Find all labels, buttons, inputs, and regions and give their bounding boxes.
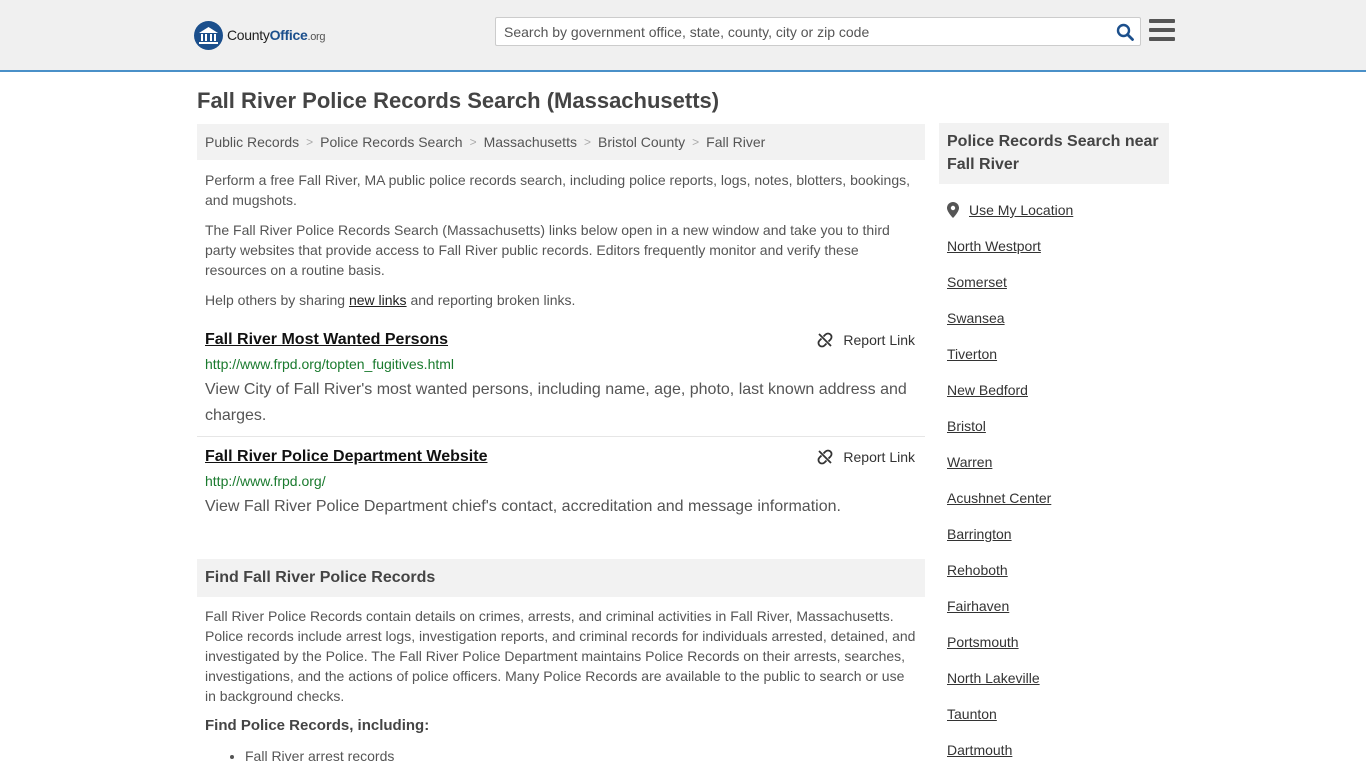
result-description: View Fall River Police Department chief'…	[205, 498, 841, 515]
find-section-text: Fall River Police Records contain detail…	[205, 608, 916, 704]
intro-paragraph-1: Perform a free Fall River, MA public pol…	[205, 172, 910, 208]
new-links-link[interactable]: new links	[349, 292, 407, 308]
report-link-button[interactable]: Report Link	[817, 332, 915, 348]
search-input[interactable]	[496, 18, 1110, 45]
nearby-link-warren[interactable]: Warren	[947, 452, 1051, 488]
report-link-label: Report Link	[843, 332, 915, 348]
search-bar	[495, 17, 1141, 46]
nearby-link-dartmouth[interactable]: Dartmouth	[947, 740, 1051, 776]
site-logo[interactable]: CountyOffice.org	[194, 20, 326, 50]
search-button[interactable]	[1110, 18, 1140, 45]
find-section-subheading: Find Police Records, including:	[205, 717, 430, 734]
intro-paragraph-3: Help others by sharing new links and rep…	[205, 290, 917, 310]
nearby-link-somerset[interactable]: Somerset	[947, 272, 1051, 308]
result-title-link[interactable]: Fall River Most Wanted Persons	[205, 331, 448, 349]
list-item: Fall River arrest records	[245, 746, 394, 766]
result-url: http://www.frpd.org/topten_fugitives.htm…	[205, 356, 455, 372]
nearby-link-north-lakeville[interactable]: North Lakeville	[947, 668, 1051, 704]
result-title-link[interactable]: Fall River Police Department Website	[205, 448, 487, 466]
breadcrumb-police-records-search[interactable]: Police Records Search	[320, 134, 462, 150]
nearby-link-barrington[interactable]: Barrington	[947, 524, 1051, 560]
result-description: View City of Fall River's most wanted pe…	[205, 381, 907, 424]
intro-help-text-end: and reporting broken links.	[406, 292, 576, 308]
chevron-right-icon: >	[469, 135, 477, 149]
breadcrumb-bristol-county[interactable]: Bristol County	[598, 134, 685, 150]
nearby-link-bristol[interactable]: Bristol	[947, 416, 1051, 452]
nearby-link-tiverton[interactable]: Tiverton	[947, 344, 1051, 380]
nearby-links-list: North Westport Somerset Swansea Tiverton…	[947, 236, 1051, 776]
map-pin-icon	[947, 202, 959, 218]
breadcrumb: Public Records > Police Records Search >…	[197, 124, 925, 160]
breadcrumb-current: Fall River	[706, 134, 766, 150]
breadcrumb-public-records[interactable]: Public Records	[205, 134, 299, 150]
logo-county: County	[227, 27, 270, 43]
use-my-location-link[interactable]: Use My Location	[969, 202, 1073, 218]
logo-office: Office	[269, 27, 308, 43]
nearby-link-fairhaven[interactable]: Fairhaven	[947, 596, 1051, 632]
breadcrumb-massachusetts[interactable]: Massachusetts	[484, 134, 577, 150]
page-title: Fall River Police Records Search (Massac…	[197, 88, 720, 113]
chevron-right-icon: >	[583, 135, 591, 149]
nearby-link-rehoboth[interactable]: Rehoboth	[947, 560, 1051, 596]
intro-help-text: Help others by sharing	[205, 292, 349, 308]
report-link-label: Report Link	[843, 449, 915, 465]
site-header: CountyOffice.org	[0, 0, 1366, 72]
chevron-right-icon: >	[692, 135, 700, 149]
nearby-link-swansea[interactable]: Swansea	[947, 308, 1051, 344]
find-section-list: Fall River arrest records	[245, 746, 394, 766]
logo-org: .org	[307, 31, 326, 43]
sidebar-heading: Police Records Search near Fall River	[939, 123, 1169, 184]
logo-wordmark: CountyOffice.org	[227, 27, 326, 43]
nearby-link-acushnet-center[interactable]: Acushnet Center	[947, 488, 1051, 524]
nearby-link-north-westport[interactable]: North Westport	[947, 236, 1051, 272]
broken-link-icon	[817, 449, 833, 465]
intro-paragraph-2: The Fall River Police Records Search (Ma…	[205, 222, 890, 278]
search-icon	[1116, 23, 1134, 41]
nearby-link-taunton[interactable]: Taunton	[947, 704, 1051, 740]
capitol-logo-icon	[194, 20, 223, 50]
use-location: Use My Location	[947, 202, 1073, 218]
nearby-link-portsmouth[interactable]: Portsmouth	[947, 632, 1051, 668]
find-section-heading: Find Fall River Police Records	[197, 559, 925, 597]
result-url: http://www.frpd.org/	[205, 473, 326, 489]
hamburger-menu-icon[interactable]	[1149, 19, 1175, 43]
report-link-button[interactable]: Report Link	[817, 449, 915, 465]
broken-link-icon	[817, 332, 833, 348]
result-divider	[197, 436, 925, 437]
nearby-link-new-bedford[interactable]: New Bedford	[947, 380, 1051, 416]
chevron-right-icon: >	[306, 135, 314, 149]
